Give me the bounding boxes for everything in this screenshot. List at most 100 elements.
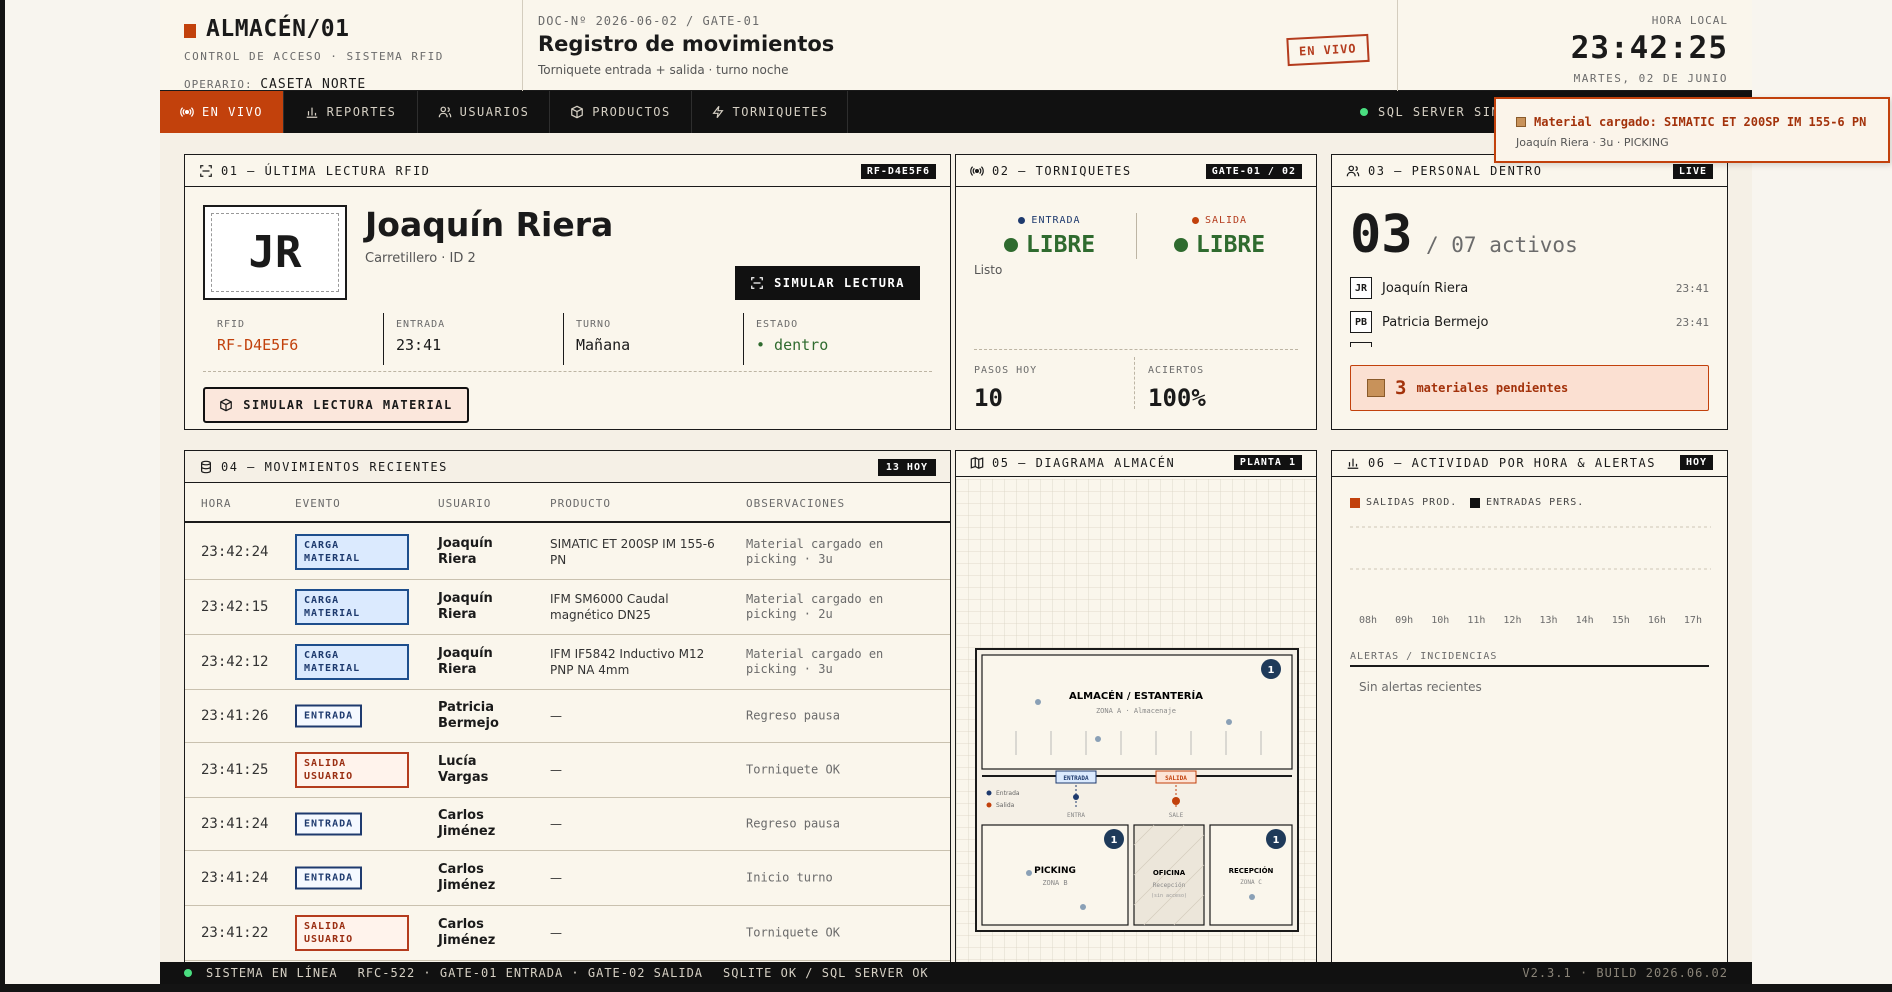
table-row[interactable]: 23:42:15 CARGA MATERIAL Joaquín Riera IFM S…: [185, 580, 950, 635]
gate-entry-label: ENTRADA: [962, 215, 1137, 226]
tab-label: REPORTES: [326, 105, 397, 119]
x-tick-label: 17h: [1684, 615, 1702, 626]
table-row[interactable]: 23:41:24 ENTRADA Carlos Jiménez — Regreso pa…: [185, 798, 950, 851]
x-tick-label: 13h: [1540, 615, 1558, 626]
zone-reception-sub: ZONA C: [1240, 879, 1262, 886]
legend-entry-label: Entrada: [996, 790, 1020, 797]
cell-user: Joaquín Riera: [438, 536, 493, 567]
zone-office-note: (sin acceso): [1151, 893, 1187, 899]
tab-label: USUARIOS: [459, 105, 530, 119]
exit-marker: [1172, 797, 1180, 805]
person-row[interactable]: PB Patricia Bermejo 23:41: [1350, 309, 1709, 335]
event-badge: CARGA MATERIAL: [295, 534, 409, 570]
pending-materials-alert[interactable]: 3 materiales pendientes: [1350, 365, 1709, 411]
table-row[interactable]: 23:42:12 CARGA MATERIAL Joaquín Riera IFM I…: [185, 635, 950, 690]
live-stamp: EN VIVO: [1286, 33, 1370, 67]
col-hora[interactable]: HORA: [201, 497, 232, 510]
scan-icon: [200, 164, 212, 177]
gate-entry: ENTRADA LIBRE: [962, 215, 1137, 258]
legend-label: ENTRADAS PERS.: [1486, 497, 1585, 508]
person-list-overflow[interactable]: [1350, 342, 1709, 347]
toast-notification[interactable]: Material cargado: SIMATIC ET 200SP IM 15…: [1494, 97, 1890, 163]
tab-reportes[interactable]: REPORTES: [284, 91, 418, 133]
header-divider: [1397, 0, 1398, 91]
panel-header: 06 — ACTIVIDAD POR HORA & ALERTAS: [1332, 451, 1727, 477]
tab-usuarios[interactable]: USUARIOS: [418, 91, 550, 133]
person-marker: [1026, 870, 1032, 876]
brand-logo-square: [184, 24, 196, 38]
person-initials: JR: [1350, 277, 1372, 299]
cell-user: Carlos Jiménez: [438, 862, 496, 893]
warehouse-diagram: ALMACÉN / ESTANTERÍA ZONA A · Almacenaje…: [956, 479, 1316, 969]
person-row[interactable]: JR Joaquín Riera 23:41: [1350, 275, 1709, 301]
clock-block: HORA LOCAL 23:42:25 MARTES, 02 DE JUNIO: [1428, 0, 1728, 91]
avatar-initials: JR: [211, 213, 339, 292]
gate-exit-status: LIBRE: [1132, 232, 1307, 258]
package-icon: [1367, 379, 1385, 397]
cell-observations: Material cargado en picking · 3u: [746, 537, 884, 566]
zone-picking-label: PICKING: [1034, 866, 1076, 876]
toast-title: Material cargado: SIMATIC ET 200SP IM 15…: [1534, 115, 1867, 129]
doc-number: DOC-Nº 2026-06-02 / GATE-01: [538, 14, 761, 28]
legend-label: SALIDAS PROD.: [1366, 497, 1458, 508]
cell-event: CARGA MATERIAL: [295, 534, 409, 570]
field-key: TURNO: [576, 319, 612, 330]
legend-exit-dot: [986, 802, 992, 808]
panel-movements: 04 — MOVIMIENTOS RECIENTES 13 HOY HORA E…: [184, 450, 951, 970]
exit-flow-label: SALE: [1169, 812, 1184, 819]
cell-event: CARGA MATERIAL: [295, 644, 409, 680]
table-row[interactable]: 23:41:24 ENTRADA Carlos Jiménez — Inicio tur…: [185, 851, 950, 906]
simulate-read-button[interactable]: SIMULAR LECTURA: [735, 266, 920, 300]
x-tick-label: 11h: [1467, 615, 1485, 626]
entry-gate-label: ENTRADA: [1063, 775, 1089, 782]
table-row[interactable]: 23:41:26 ENTRADA Patricia Bermejo — Regreso …: [185, 690, 950, 743]
col-observaciones[interactable]: OBSERVACIONES: [746, 497, 845, 510]
live-badge: LIVE: [1672, 164, 1713, 179]
divider: [1134, 357, 1135, 409]
brand-title: ALMACÉN/01: [206, 16, 350, 42]
today-badge: HOY: [1679, 455, 1713, 470]
cell-observations: Material cargado en picking · 3u: [746, 647, 884, 676]
person-name: Patricia Bermejo: [1382, 314, 1489, 330]
legend-entry-dot: [986, 790, 992, 796]
footer-left: SISTEMA EN LÍNEA RFC-522 · GATE-01 ENTRA…: [184, 966, 929, 980]
doc-block: DOC-Nº 2026-06-02 / GATE-01 Registro de …: [538, 0, 1378, 91]
bolt-icon: [711, 105, 724, 119]
zone-office-label: OFICINA: [1153, 869, 1186, 877]
footer-status-bar: SISTEMA EN LÍNEA RFC-522 · GATE-01 ENTRA…: [160, 962, 1752, 984]
simulate-material-button[interactable]: SIMULAR LECTURA MATERIAL: [203, 387, 469, 423]
entry-dot-icon: [1018, 217, 1026, 224]
table-row[interactable]: 23:41:22 SALIDA USUARIO Carlos Jiménez — Tor…: [185, 906, 950, 961]
col-evento[interactable]: EVENTO: [295, 497, 341, 510]
cell-user: Patricia Bermejo: [438, 700, 499, 731]
cell-time: 23:41:24: [201, 870, 269, 886]
col-producto[interactable]: PRODUCTO: [550, 497, 611, 510]
legend-swatch: [1470, 497, 1480, 508]
col-usuario[interactable]: USUARIO: [438, 497, 491, 510]
button-label: SIMULAR LECTURA: [774, 276, 905, 290]
panel-header: 01 — ÚLTIMA LECTURA RFID: [185, 155, 950, 187]
cell-product: IFM SM6000 Caudal magnético DN25: [550, 592, 669, 622]
tab-en-vivo[interactable]: EN VIVO: [160, 91, 284, 133]
table-row[interactable]: 23:42:24 CARGA MATERIAL Joaquín Riera SIMAT…: [185, 525, 950, 580]
stat-label: ACIERTOS: [1148, 365, 1205, 376]
divider: [203, 371, 932, 372]
cell-product: SIMATIC ET 200SP IM 155-6 PN: [550, 537, 715, 567]
cell-observations: Regreso pausa: [746, 708, 840, 723]
field-value: Mañana: [576, 336, 631, 354]
zone-reception-label: RECEPCIÓN: [1229, 866, 1274, 875]
x-tick-label: 14h: [1576, 615, 1594, 626]
tab-productos[interactable]: PRODUCTOS: [550, 91, 692, 133]
panel-turnstiles: 02 — TORNIQUETES GATE-01 / 02 ENTRADA LI…: [955, 154, 1317, 430]
x-tick-label: 09h: [1395, 615, 1413, 626]
tab-torniquetes[interactable]: TORNIQUETES: [692, 91, 848, 133]
alerts-header: ALERTAS / INCIDENCIAS: [1350, 651, 1709, 667]
bar-chart-icon: [306, 107, 317, 118]
cell-observations: Inicio turno: [746, 870, 833, 885]
panel-title: 01 — ÚLTIMA LECTURA RFID: [221, 163, 431, 178]
clock-date: MARTES, 02 DE JUNIO: [1573, 72, 1728, 85]
operator-label: OPERARIO:: [184, 78, 253, 91]
gate-status-text: LIBRE: [1025, 232, 1096, 258]
person-marker: [1226, 719, 1232, 725]
table-row[interactable]: 23:41:25 SALIDA USUARIO Lucía Vargas — Torni…: [185, 743, 950, 798]
